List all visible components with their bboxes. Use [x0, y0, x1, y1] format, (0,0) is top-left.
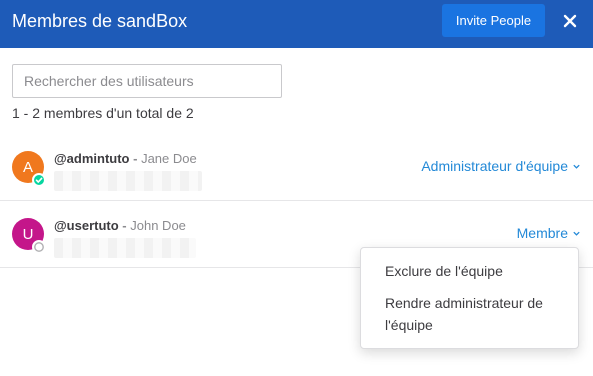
name-separator: -	[129, 151, 142, 166]
members-count: 1 - 2 membres d'un total de 2	[12, 105, 194, 121]
online-status-icon	[32, 173, 46, 187]
menu-item-make-team-admin[interactable]: Rendre administrateur de l'équipe	[385, 292, 565, 336]
role-label: Membre	[516, 225, 568, 241]
role-label: Administrateur d'équipe	[421, 158, 568, 174]
offline-status-icon	[32, 240, 46, 254]
member-role-dropdown[interactable]: Administrateur d'équipe	[421, 158, 581, 174]
invite-people-button[interactable]: Invite People	[442, 4, 545, 37]
role-menu: Exclure de l'équipe Rendre administrateu…	[360, 247, 579, 349]
member-name-line: @usertuto - John Doe	[54, 218, 186, 233]
search-input[interactable]	[12, 64, 282, 98]
redacted-email	[54, 238, 196, 258]
member-role-dropdown[interactable]: Membre	[517, 225, 581, 241]
check-icon	[35, 177, 43, 183]
member-full-name: Jane Doe	[141, 151, 197, 166]
modal-header: Membres de sandBox Invite People	[0, 0, 593, 48]
member-username: @admintuto	[54, 151, 130, 166]
menu-item-remove-from-team[interactable]: Exclure de l'équipe	[385, 260, 565, 282]
member-username: @usertuto	[54, 218, 119, 233]
chevron-down-icon	[573, 164, 580, 169]
chevron-down-icon	[573, 231, 580, 236]
name-separator: -	[118, 218, 131, 233]
member-full-name: John Doe	[130, 218, 186, 233]
avatar-letter: A	[22, 158, 33, 176]
avatar-letter: U	[22, 225, 34, 243]
redacted-email	[54, 171, 202, 191]
member-name-line: @admintuto - Jane Doe	[54, 151, 197, 166]
modal-title: Membres de sandBox	[12, 11, 188, 31]
close-icon[interactable]	[560, 11, 580, 31]
member-row: A @admintuto - Jane Doe Administrateur d…	[0, 134, 593, 201]
